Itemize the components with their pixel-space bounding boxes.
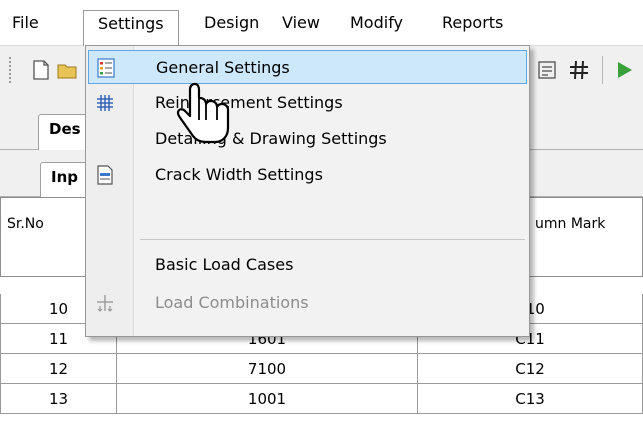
cell-id[interactable]: 7100 [117, 354, 418, 384]
open-folder-icon[interactable] [56, 59, 78, 81]
menu-settings[interactable]: Settings [83, 10, 179, 46]
crack-width-icon [97, 165, 113, 185]
general-settings-icon [97, 58, 115, 78]
menu-item-label: Crack Width Settings [155, 165, 323, 184]
load-combination-icon [97, 295, 113, 312]
cell-column-mark[interactable]: C12 [418, 354, 643, 384]
align-icon[interactable] [536, 59, 558, 81]
tab-design[interactable]: Des [38, 114, 92, 150]
menu-separator [140, 239, 525, 240]
run-icon[interactable] [614, 59, 636, 81]
menu-item-reinforcement-settings[interactable]: Reinforcement Settings [88, 86, 527, 120]
table-row[interactable]: 12 7100 C12 [0, 354, 643, 384]
menu-file[interactable]: File [4, 10, 47, 40]
cell-sr-no[interactable]: 12 [0, 354, 117, 384]
settings-dropdown: General Settings Reinforcement Settings … [85, 45, 530, 337]
new-file-icon[interactable] [30, 59, 52, 81]
menu-item-general-settings[interactable]: General Settings [88, 50, 527, 84]
menu-item-crack-width-settings[interactable]: Crack Width Settings [88, 158, 527, 192]
menu-bar: File Settings Design View Modify Reports [0, 0, 643, 46]
cell-sr-no[interactable]: 13 [0, 384, 117, 414]
menu-view[interactable]: View [274, 10, 328, 40]
menu-item-detailing-drawing-settings[interactable]: Detailing & Drawing Settings [88, 122, 527, 156]
tab-input[interactable]: Inp [40, 162, 89, 197]
grid-icon [97, 95, 113, 111]
cell-id[interactable]: 1001 [117, 384, 418, 414]
menu-reports[interactable]: Reports [434, 10, 511, 40]
grid-hash-icon[interactable] [568, 59, 590, 81]
menu-item-label: Load Combinations [155, 293, 309, 312]
hand-cursor-icon [176, 82, 230, 144]
menu-modify[interactable]: Modify [342, 10, 411, 40]
toolbar-grip[interactable] [8, 56, 12, 84]
menu-design[interactable]: Design [196, 10, 267, 40]
table-row[interactable]: 13 1001 C13 [0, 384, 643, 414]
cell-column-mark[interactable]: C13 [418, 384, 643, 414]
toolbar-separator [602, 56, 603, 84]
menu-item-load-combinations: Load Combinations [88, 286, 527, 320]
menu-item-label: Basic Load Cases [155, 255, 294, 274]
menu-item-basic-load-cases[interactable]: Basic Load Cases [88, 248, 527, 282]
